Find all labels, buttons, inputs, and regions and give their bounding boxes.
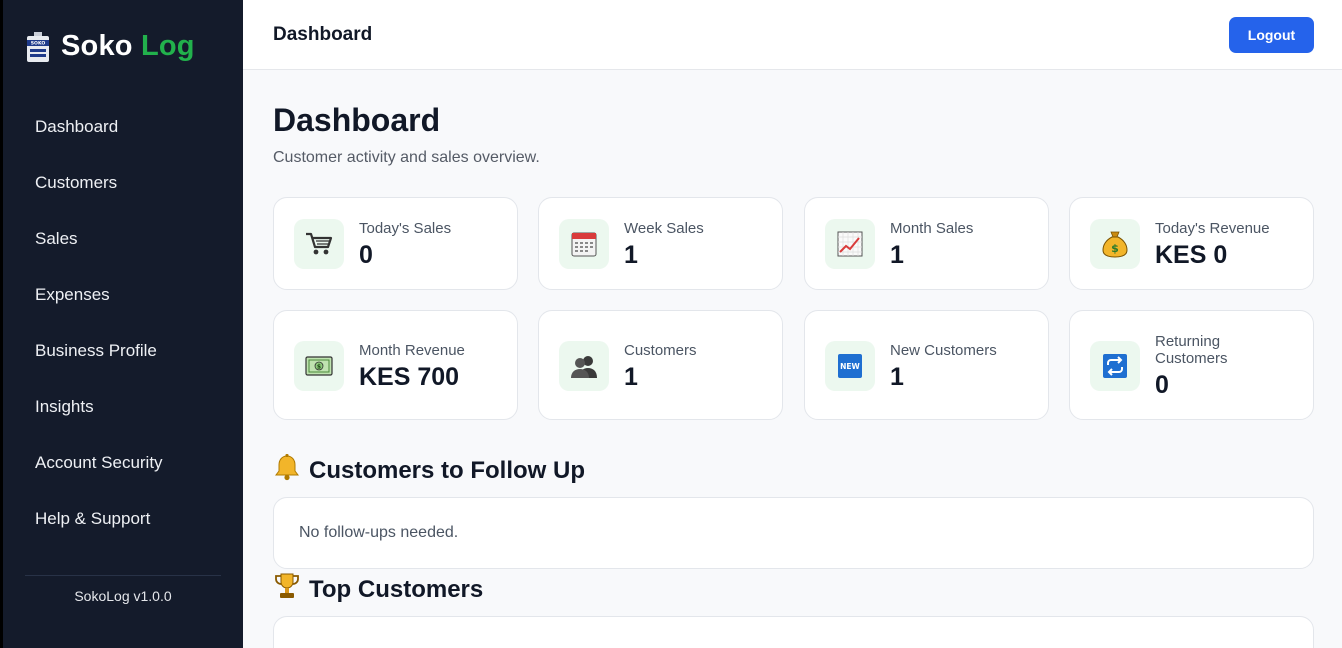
stat-label: Today's Revenue: [1155, 220, 1270, 237]
sidebar-divider: [25, 575, 221, 576]
page-title: Dashboard: [273, 102, 441, 138]
followup-section-title: Customers to Follow Up: [273, 453, 585, 488]
brand-word-soko: Soko: [61, 30, 133, 62]
svg-text:$: $: [317, 364, 321, 371]
chart-increasing-icon: [825, 219, 875, 269]
app-version: SokoLog v1.0.0: [74, 588, 172, 604]
new-badge-icon: NEW: [825, 341, 875, 391]
stat-value: KES 0: [1155, 241, 1228, 269]
sidebar-item-business-profile[interactable]: Business Profile: [3, 323, 243, 379]
stat-value: 1: [624, 241, 638, 269]
calendar-icon: [559, 219, 609, 269]
stat-value: 1: [624, 363, 638, 391]
brand-name: Soko Log: [61, 30, 195, 63]
sidebar-item-account-security[interactable]: Account Security: [3, 435, 243, 491]
followup-empty-text: No follow-ups needed.: [299, 524, 459, 541]
topbar-title: Dashboard: [273, 24, 373, 45]
sidebar: SOKO Soko Log Dashboard Customers Sales …: [0, 0, 243, 648]
bell-icon: [273, 453, 301, 488]
svg-text:NEW: NEW: [840, 362, 860, 371]
money-bag-icon: $: [1090, 219, 1140, 269]
stat-label: Month Revenue: [359, 342, 465, 359]
stat-label: Month Sales: [890, 220, 974, 237]
stat-label: Week Sales: [624, 220, 704, 237]
stat-label: Today's Sales: [359, 220, 452, 237]
sidebar-item-sales[interactable]: Sales: [3, 211, 243, 267]
sidebar-item-insights[interactable]: Insights: [3, 379, 243, 435]
stat-card-month-sales: Month Sales 1: [804, 197, 1049, 290]
stat-card-new-customers: NEW New Customers 1: [804, 310, 1049, 420]
stat-card-returning-customers: Returning Customers 0: [1069, 310, 1314, 420]
sidebar-item-expenses[interactable]: Expenses: [3, 267, 243, 323]
store-sign-icon: SOKO: [25, 31, 51, 62]
followup-title: Customers to Follow Up: [309, 456, 585, 484]
sidebar-item-customers[interactable]: Customers: [3, 155, 243, 211]
sidebar-nav: Dashboard Customers Sales Expenses Busin…: [3, 99, 243, 547]
sidebar-item-help-support[interactable]: Help & Support: [3, 491, 243, 547]
people-icon: [559, 341, 609, 391]
stat-label: Returning Customers: [1155, 333, 1228, 367]
trophy-icon: [273, 572, 301, 607]
stat-card-customers: Customers 1: [538, 310, 783, 420]
stat-label: Customers: [624, 342, 697, 359]
stat-card-todays-sales: Today's Sales 0: [273, 197, 518, 290]
brand-word-log: Log: [140, 30, 195, 62]
svg-text:SOKO: SOKO: [31, 40, 46, 46]
shopping-cart-icon: [294, 219, 344, 269]
svg-text:$: $: [1111, 242, 1119, 255]
followup-panel: No follow-ups needed.: [273, 497, 1314, 569]
stat-card-month-revenue: $ Month Revenue KES 700: [273, 310, 518, 420]
stat-value: 1: [890, 241, 904, 269]
logout-button[interactable]: Logout: [1229, 17, 1314, 53]
sidebar-item-dashboard[interactable]: Dashboard: [3, 99, 243, 155]
stat-value: 0: [359, 241, 373, 269]
top-customers-panel: [273, 616, 1314, 648]
banknote-icon: $: [294, 341, 344, 391]
stat-value: 1: [890, 363, 904, 391]
stat-card-week-sales: Week Sales 1: [538, 197, 783, 290]
top-customers-section-title: Top Customers: [273, 572, 483, 607]
stat-value: 0: [1155, 371, 1169, 399]
stat-label: New Customers: [890, 342, 997, 359]
page-subtitle: Customer activity and sales overview.: [273, 149, 540, 166]
stat-value: KES 700: [359, 363, 460, 391]
top-customers-title: Top Customers: [309, 575, 484, 603]
topbar: Dashboard Logout: [243, 0, 1342, 70]
stat-card-todays-revenue: $ Today's Revenue KES 0: [1069, 197, 1314, 290]
repeat-icon: [1090, 341, 1140, 391]
brand[interactable]: SOKO Soko Log: [25, 30, 195, 63]
